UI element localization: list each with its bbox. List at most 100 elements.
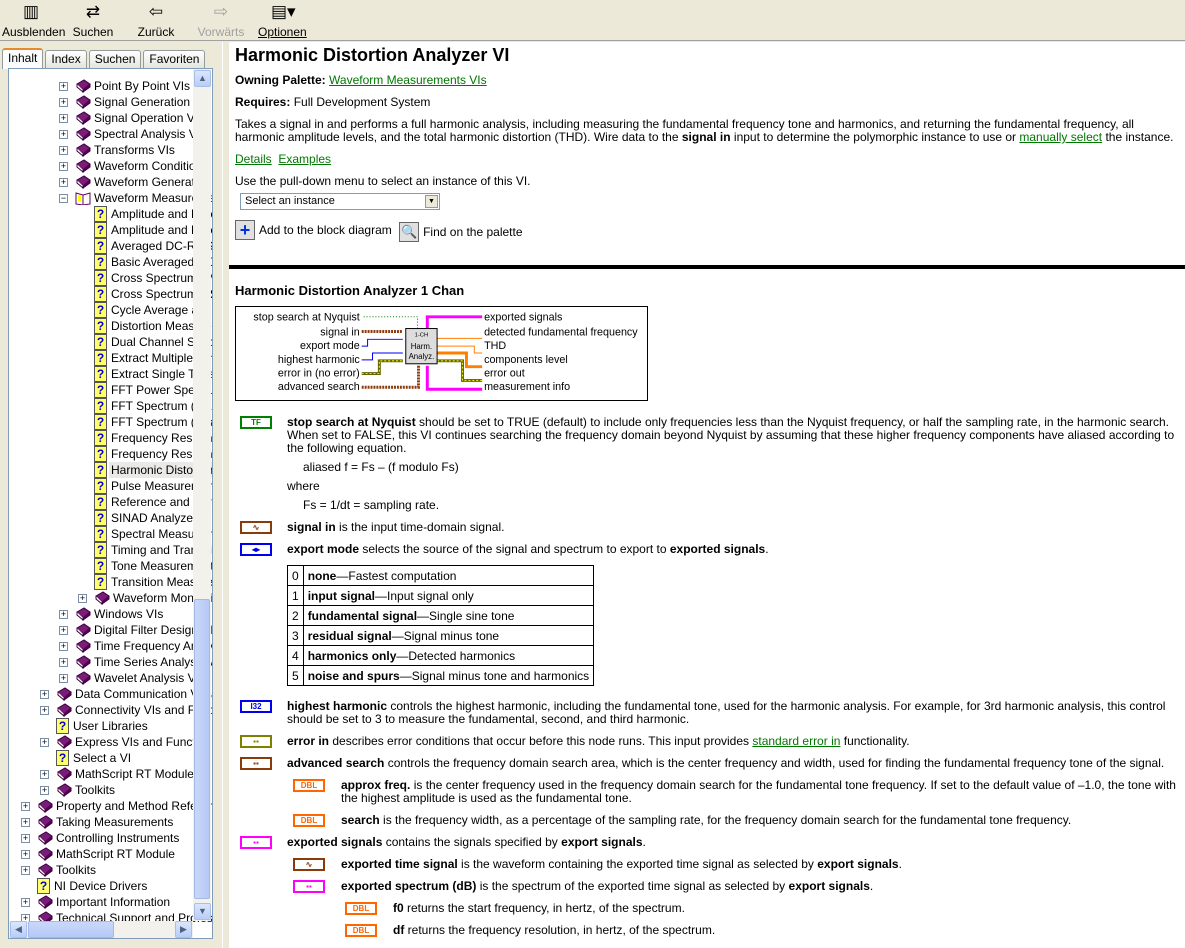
expand-icon[interactable]: + xyxy=(59,98,68,107)
tree-item[interactable]: ? User Libraries xyxy=(9,718,193,734)
expand-icon[interactable]: + xyxy=(21,898,30,907)
tree-item[interactable]: ?Harmonic Distortion Analyzer xyxy=(9,462,212,478)
expand-icon[interactable]: + xyxy=(59,162,68,171)
expand-icon[interactable]: + xyxy=(59,610,68,619)
tree-item[interactable]: ?Spectral Measurements xyxy=(9,526,212,542)
tree-item[interactable]: ?Cross Spectrum (Mag-Phase) xyxy=(9,270,212,286)
horizontal-scrollbar[interactable]: ◀ ▶ xyxy=(9,921,193,938)
add-to-block-diagram-button[interactable]: + Add to the block diagram xyxy=(235,220,392,240)
tab-favorites[interactable]: Favoriten xyxy=(143,50,206,69)
tree-item[interactable]: +Time Frequency Analysis xyxy=(9,638,212,654)
tab-search[interactable]: Suchen xyxy=(88,50,142,69)
collapse-icon[interactable]: − xyxy=(59,194,68,203)
tree-item[interactable]: ? Tone Measurements xyxy=(9,558,212,574)
tree-item[interactable]: +Waveform Conditioning VIs xyxy=(9,158,212,174)
scroll-up-button[interactable]: ▲ xyxy=(194,70,211,87)
tree-item[interactable]: + Digital Filter Design VIs xyxy=(9,622,212,638)
tree-item[interactable]: ?Extract Multiple Tone Info xyxy=(9,350,212,366)
tree-item[interactable]: ? NI Device Drivers xyxy=(9,878,193,894)
tree-item[interactable]: ?Reference and Statistics xyxy=(9,494,212,510)
tree-item[interactable]: ?Timing and Transition xyxy=(9,542,212,558)
tree-item[interactable]: + Controlling Instruments xyxy=(9,830,193,846)
expand-icon[interactable]: + xyxy=(59,626,68,635)
tree-item[interactable]: ?Dual Channel Spectral xyxy=(9,334,212,350)
expand-icon[interactable]: + xyxy=(59,146,68,155)
tree-item[interactable]: ?Amplitude and Levels xyxy=(9,206,212,222)
tree-item[interactable]: + Signal Operation VIs xyxy=(9,110,204,126)
tree-item[interactable]: ?Distortion Measurements xyxy=(9,318,212,334)
expand-icon[interactable]: + xyxy=(21,866,30,875)
expand-icon[interactable]: + xyxy=(40,770,49,779)
tree-item[interactable]: + Toolkits xyxy=(9,862,193,878)
tree-item[interactable]: + Data Communication VIs and Functions xyxy=(9,686,212,702)
scroll-down-button[interactable]: ▼ xyxy=(194,903,211,920)
tree-item[interactable]: ? Select a VI xyxy=(9,750,193,766)
expand-icon[interactable]: + xyxy=(59,658,68,667)
tree-item[interactable]: ? Pulse Measurements xyxy=(9,478,212,494)
scroll-right-button[interactable]: ▶ xyxy=(175,921,192,938)
expand-icon[interactable]: + xyxy=(21,802,30,811)
tree-item[interactable]: ?Frequency Response xyxy=(9,430,212,446)
tree-item[interactable]: ?FFT Power Spectrum xyxy=(9,382,212,398)
expand-icon[interactable]: + xyxy=(59,642,68,651)
expand-icon[interactable]: + xyxy=(21,834,30,843)
tree-item[interactable]: + Connectivity VIs and Functions xyxy=(9,702,212,718)
tree-item[interactable]: + Transforms VIs xyxy=(9,142,193,158)
tree-item[interactable]: ?Cross Spectrum (Real-Im) xyxy=(9,286,212,302)
expand-icon[interactable]: + xyxy=(59,130,68,139)
vertical-scrollbar[interactable]: ▲ ▼ xyxy=(193,69,211,921)
back-button[interactable]: ⇦ Zurück xyxy=(134,2,178,39)
tree-item[interactable]: +Waveform Generation VIs xyxy=(9,174,212,190)
search-button[interactable]: ⇄ Suchen xyxy=(70,2,116,39)
instance-select[interactable]: Select an instance ▼ xyxy=(240,193,440,210)
expand-icon[interactable]: + xyxy=(40,690,49,699)
tree-item[interactable]: + Toolkits xyxy=(9,782,193,798)
tree-item[interactable]: + Property and Method Reference xyxy=(9,798,212,814)
tree-item[interactable]: ? SINAD Analyzer xyxy=(9,510,197,526)
tab-contents[interactable]: Inhalt xyxy=(2,48,44,69)
expand-icon[interactable]: + xyxy=(59,82,68,91)
scrollbar-thumb[interactable] xyxy=(194,599,210,899)
hide-button[interactable]: ▥ Ausblenden xyxy=(2,2,65,39)
details-link[interactable]: Details xyxy=(235,152,272,166)
tree-item[interactable]: ?Extract Single Tone Info xyxy=(9,366,212,382)
manually-select-link[interactable]: manually select xyxy=(1019,130,1102,144)
tree-item[interactable]: +Waveform Monitoring xyxy=(9,590,212,606)
scroll-left-button[interactable]: ◀ xyxy=(10,921,27,938)
tree-item[interactable]: ? Averaged DC-RMS xyxy=(9,238,212,254)
standard-error-link[interactable]: standard error in xyxy=(752,734,840,748)
tree-item[interactable]: + Spectral Analysis VIs xyxy=(9,126,206,142)
expand-icon[interactable]: + xyxy=(78,594,87,603)
expand-icon[interactable]: + xyxy=(59,114,68,123)
expand-icon[interactable]: + xyxy=(21,850,30,859)
tree-item[interactable]: −Waveform Measurements VIs xyxy=(9,190,212,206)
tab-index[interactable]: Index xyxy=(45,50,87,69)
examples-link[interactable]: Examples xyxy=(278,152,331,166)
expand-icon[interactable]: + xyxy=(59,674,68,683)
expand-icon[interactable]: + xyxy=(40,706,49,715)
tree-item[interactable]: + Signal Generation VIs xyxy=(9,94,211,110)
forward-button[interactable]: ⇨ Vorwärts xyxy=(196,2,246,39)
owning-palette-link[interactable]: Waveform Measurements VIs xyxy=(329,73,487,87)
tree-item[interactable]: + MathScript RT Module xyxy=(9,846,193,862)
tree-item[interactable]: ?Frequency Response xyxy=(9,446,212,462)
horizontal-scrollbar-thumb[interactable] xyxy=(28,921,114,938)
tree-item[interactable]: ?Amplitude and Levels xyxy=(9,222,212,238)
tree-item[interactable]: ?Cycle Average and RMS xyxy=(9,302,212,318)
tree-item[interactable]: ?Transition Measurements xyxy=(9,574,212,590)
tree-item[interactable]: + MathScript RT Module Functions xyxy=(9,766,212,782)
expand-icon[interactable]: + xyxy=(21,818,30,827)
tree-item[interactable]: + Important Information xyxy=(9,894,193,910)
tree-item[interactable]: + Wavelet Analysis VIs xyxy=(9,670,205,686)
tree-item[interactable]: + Point By Point VIs xyxy=(9,78,193,94)
tree-item[interactable]: ?FFT Spectrum (Mag-Phase) xyxy=(9,398,212,414)
expand-icon[interactable]: + xyxy=(40,738,49,747)
options-button[interactable]: ▤▾ Optionen xyxy=(258,2,307,39)
tree-item[interactable]: + Time Series Analysis VIs xyxy=(9,654,212,670)
tree-item[interactable]: ?Basic Averaged DC-RMS xyxy=(9,254,212,270)
tree-item[interactable]: ?FFT Spectrum (Real-Im) xyxy=(9,414,212,430)
expand-icon[interactable]: + xyxy=(59,178,68,187)
tree-item[interactable]: + Express VIs and Functions xyxy=(9,734,212,750)
tree-item[interactable]: + Taking Measurements xyxy=(9,814,193,830)
tree-item[interactable]: + Windows VIs xyxy=(9,606,193,622)
